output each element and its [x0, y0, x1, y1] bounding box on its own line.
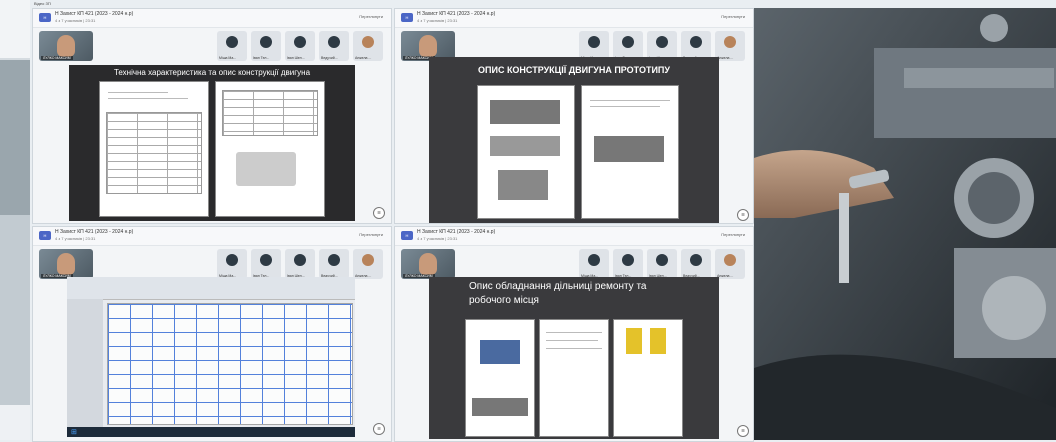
self-video[interactable]: ЛУЛКО МАКСИМ	[39, 31, 93, 61]
participant-tile[interactable]: Іван Шел...	[285, 31, 315, 61]
meeting-panel-1: Н Н Захист КП 421 (2023 - 2024 н.р) 4 з …	[32, 8, 392, 224]
slide-title: Опис обладнання дільниці ремонту та	[469, 281, 647, 292]
teams-badge-icon: Н	[39, 13, 51, 22]
engine-illustration	[754, 8, 1056, 440]
participant-tile[interactable]: Іван Тел...	[251, 31, 281, 61]
shared-slide: Технічна характеристика та опис конструк…	[69, 65, 355, 221]
document-page	[215, 81, 325, 217]
participant-tile[interactable]: Анжела ...	[353, 31, 383, 61]
meeting-panel-2: НН Захист КП 421 (2023 - 2024 н.р) 4 з 7…	[394, 8, 754, 224]
document-page	[99, 81, 209, 217]
slide-title: ОПИС КОНСТРУКЦІЇ ДВИГУНА ПРОТОТИПУ	[478, 65, 670, 75]
left-partial-window	[0, 0, 30, 440]
participant-tile[interactable]: Міша Ма...	[217, 31, 247, 61]
meeting-header: Н Н Захист КП 421 (2023 - 2024 н.р) 4 з …	[33, 9, 391, 28]
shared-cad-screen: ⊞	[67, 277, 355, 437]
view-button[interactable]: Переглянути	[359, 14, 383, 19]
engine-photo	[754, 8, 1056, 440]
window-label: Відео ЗП	[34, 1, 51, 6]
meeting-panel-3: НН Захист КП 421 (2023 - 2024 н.р) 4 з 7…	[32, 226, 392, 442]
more-icon[interactable]: ☰	[373, 207, 385, 219]
participant-tile[interactable]: Ведучий...	[319, 31, 349, 61]
slide-title-2: робочого місця	[469, 295, 539, 306]
meeting-title: Н Захист КП 421 (2023 - 2024 н.р)	[55, 11, 134, 17]
meeting-panel-4: НН Захист КП 421 (2023 - 2024 н.р) 4 з 7…	[394, 226, 754, 442]
shared-slide: ОПИС КОНСТРУКЦІЇ ДВИГУНА ПРОТОТИПУ	[429, 57, 719, 223]
windows-taskbar: ⊞	[67, 427, 355, 437]
meeting-subtitle: 4 з 7 учасників | 23:31	[55, 18, 96, 23]
shared-slide: Опис обладнання дільниці ремонту та робо…	[429, 277, 719, 439]
slide-title: Технічна характеристика та опис конструк…	[113, 68, 311, 77]
person-avatar-icon	[226, 36, 238, 48]
windows-start-icon: ⊞	[71, 429, 77, 436]
